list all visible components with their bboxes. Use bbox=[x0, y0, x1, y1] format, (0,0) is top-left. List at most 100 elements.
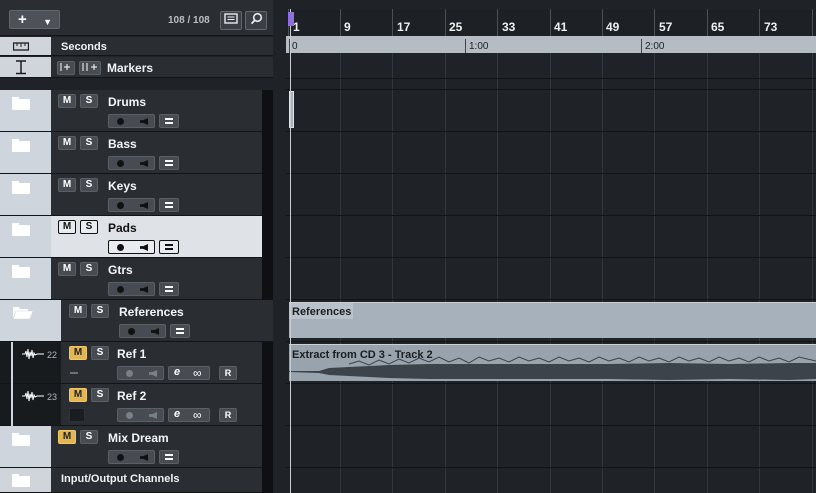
marker-options-button[interactable] bbox=[79, 61, 101, 75]
mute-button[interactable]: M bbox=[58, 262, 76, 276]
lanes-button[interactable] bbox=[159, 198, 179, 212]
speaker-icon[interactable] bbox=[140, 118, 148, 125]
link-icon[interactable]: ∞ bbox=[193, 366, 202, 380]
waveform-icon bbox=[22, 390, 44, 402]
speaker-icon[interactable] bbox=[140, 160, 148, 167]
lanes-icon bbox=[165, 454, 173, 460]
track-pads[interactable]: M S Pads bbox=[0, 216, 273, 258]
folder-icon bbox=[12, 474, 30, 487]
lanes-button[interactable] bbox=[159, 240, 179, 254]
search-icon[interactable] bbox=[245, 11, 267, 30]
track-name[interactable]: Pads bbox=[108, 221, 137, 235]
lanes-button[interactable] bbox=[159, 114, 179, 128]
track-name[interactable]: Input/Output Channels bbox=[61, 473, 180, 485]
mute-button[interactable]: M bbox=[58, 178, 76, 192]
record-icon[interactable] bbox=[126, 370, 133, 377]
lanes-button[interactable] bbox=[159, 156, 179, 170]
solo-button[interactable]: S bbox=[91, 304, 109, 318]
bar-ruler[interactable]: 1 9 17 25 33 41 49 57 65 73 bbox=[286, 9, 816, 36]
track-mix-dream[interactable]: M S Mix Dream bbox=[0, 426, 273, 468]
time-label: 0 bbox=[292, 41, 298, 52]
references-folder-part[interactable]: References bbox=[289, 302, 816, 338]
speaker-icon[interactable] bbox=[140, 244, 148, 251]
speaker-icon[interactable] bbox=[140, 454, 148, 461]
record-icon[interactable] bbox=[117, 286, 124, 293]
track-gtrs[interactable]: M S Gtrs bbox=[0, 258, 273, 300]
record-monitor-controls bbox=[117, 366, 164, 380]
lanes-icon bbox=[165, 286, 173, 292]
solo-button[interactable]: S bbox=[91, 346, 109, 360]
lanes-button[interactable] bbox=[170, 324, 190, 338]
speaker-icon[interactable] bbox=[140, 202, 148, 209]
record-monitor-controls bbox=[108, 450, 155, 464]
track-references[interactable]: M S References bbox=[0, 300, 273, 342]
record-icon[interactable] bbox=[117, 202, 124, 209]
track-ref-2[interactable]: 23 M S Ref 2 e ∞ R bbox=[0, 384, 273, 426]
mute-button[interactable]: M bbox=[58, 94, 76, 108]
audio-event[interactable]: Extract from CD 3 - Track 2 bbox=[289, 344, 816, 381]
solo-button[interactable]: S bbox=[80, 220, 98, 234]
folder-icon bbox=[12, 97, 30, 110]
track-toolbar: + ▼ 108 / 108 bbox=[0, 0, 273, 36]
solo-button[interactable]: S bbox=[91, 388, 109, 402]
track-name[interactable]: Bass bbox=[108, 137, 137, 151]
solo-button[interactable]: S bbox=[80, 262, 98, 276]
read-automation-button[interactable]: R bbox=[219, 366, 237, 380]
solo-button[interactable]: S bbox=[80, 430, 98, 444]
record-icon[interactable] bbox=[117, 244, 124, 251]
lanes-button[interactable] bbox=[159, 450, 179, 464]
track-bass[interactable]: M S Bass bbox=[0, 132, 273, 174]
track-name[interactable]: Mix Dream bbox=[108, 431, 169, 445]
add-marker-button[interactable] bbox=[57, 61, 75, 75]
project-cursor bbox=[290, 9, 291, 493]
ruler-track[interactable]: Seconds bbox=[0, 37, 273, 56]
track-name[interactable]: Ref 1 bbox=[117, 347, 146, 361]
edit-icon[interactable]: e bbox=[174, 408, 180, 420]
track-keys[interactable]: M S Keys bbox=[0, 174, 273, 216]
track-name[interactable]: References bbox=[119, 305, 184, 319]
mute-button[interactable]: M bbox=[58, 220, 76, 234]
solo-button[interactable]: S bbox=[80, 94, 98, 108]
arrange-view[interactable]: 1 9 17 25 33 41 49 57 65 73 0 1:00 2:00 bbox=[286, 0, 816, 493]
track-name[interactable]: Gtrs bbox=[108, 263, 133, 277]
playhead-marker[interactable] bbox=[288, 12, 294, 26]
record-icon[interactable] bbox=[128, 328, 135, 335]
marker-track[interactable]: Markers bbox=[0, 57, 273, 78]
track-name[interactable]: Ref 2 bbox=[117, 389, 146, 403]
mute-button[interactable]: M bbox=[69, 388, 87, 402]
track-drums[interactable]: M S Drums bbox=[0, 90, 273, 132]
speaker-icon[interactable] bbox=[149, 370, 157, 377]
mute-button[interactable]: M bbox=[58, 430, 76, 444]
edit-link-controls: e ∞ bbox=[168, 366, 210, 380]
seconds-ruler[interactable]: 0 1:00 2:00 bbox=[286, 36, 816, 53]
solo-button[interactable]: S bbox=[80, 136, 98, 150]
read-automation-button[interactable]: R bbox=[219, 408, 237, 422]
record-monitor-controls bbox=[108, 114, 155, 128]
speaker-icon[interactable] bbox=[151, 328, 159, 335]
track-io-channels[interactable]: Input/Output Channels bbox=[0, 468, 273, 493]
record-icon[interactable] bbox=[117, 160, 124, 167]
speaker-icon[interactable] bbox=[149, 412, 157, 419]
mute-button[interactable]: M bbox=[58, 136, 76, 150]
mute-button[interactable]: M bbox=[69, 346, 87, 360]
record-icon[interactable] bbox=[117, 454, 124, 461]
track-ref-1[interactable]: 22 M S Ref 1 e ∞ R bbox=[0, 342, 273, 384]
edit-icon[interactable]: e bbox=[174, 366, 180, 378]
folder-icon bbox=[12, 433, 30, 446]
list-icon[interactable] bbox=[220, 11, 242, 30]
track-name[interactable]: Keys bbox=[108, 179, 137, 193]
level-meter bbox=[69, 408, 85, 422]
lanes-button[interactable] bbox=[159, 282, 179, 296]
solo-button[interactable]: S bbox=[80, 178, 98, 192]
add-track-button[interactable]: + ▼ bbox=[9, 10, 60, 29]
track-name[interactable]: Drums bbox=[108, 95, 146, 109]
mute-button[interactable]: M bbox=[69, 304, 87, 318]
folder-icon bbox=[12, 265, 30, 278]
lane-separator bbox=[286, 341, 816, 342]
record-icon[interactable] bbox=[126, 412, 133, 419]
link-icon[interactable]: ∞ bbox=[193, 408, 202, 422]
record-icon[interactable] bbox=[117, 118, 124, 125]
lane-separator bbox=[286, 131, 816, 132]
part-title: References bbox=[292, 306, 352, 318]
speaker-icon[interactable] bbox=[140, 286, 148, 293]
